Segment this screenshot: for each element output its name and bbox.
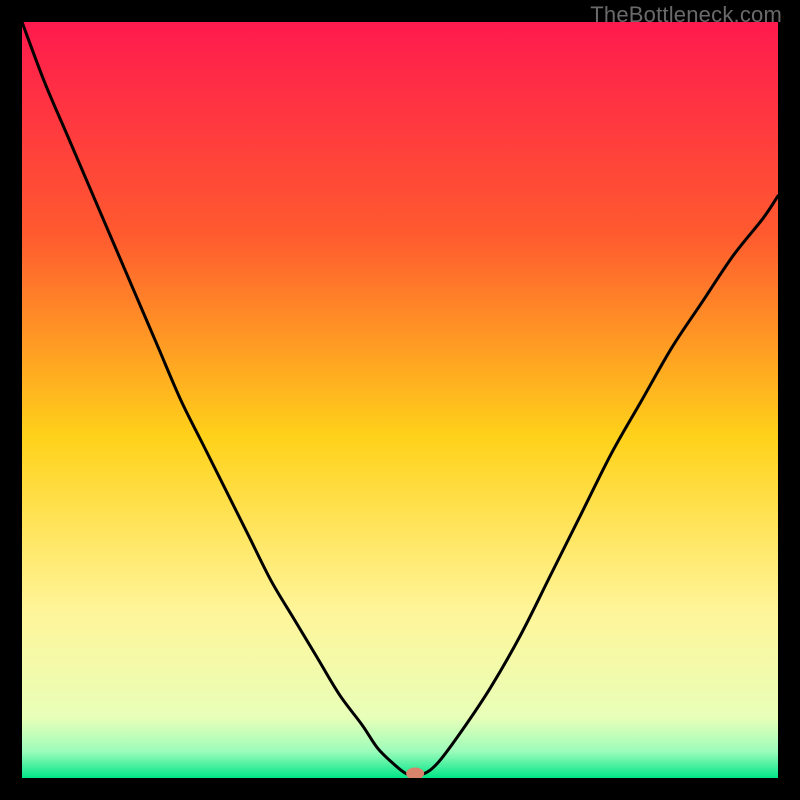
chart-svg xyxy=(22,22,778,778)
plot-area xyxy=(22,22,778,778)
watermark-text: TheBottleneck.com xyxy=(590,2,782,28)
chart-frame: TheBottleneck.com xyxy=(0,0,800,800)
gradient-background xyxy=(22,22,778,778)
